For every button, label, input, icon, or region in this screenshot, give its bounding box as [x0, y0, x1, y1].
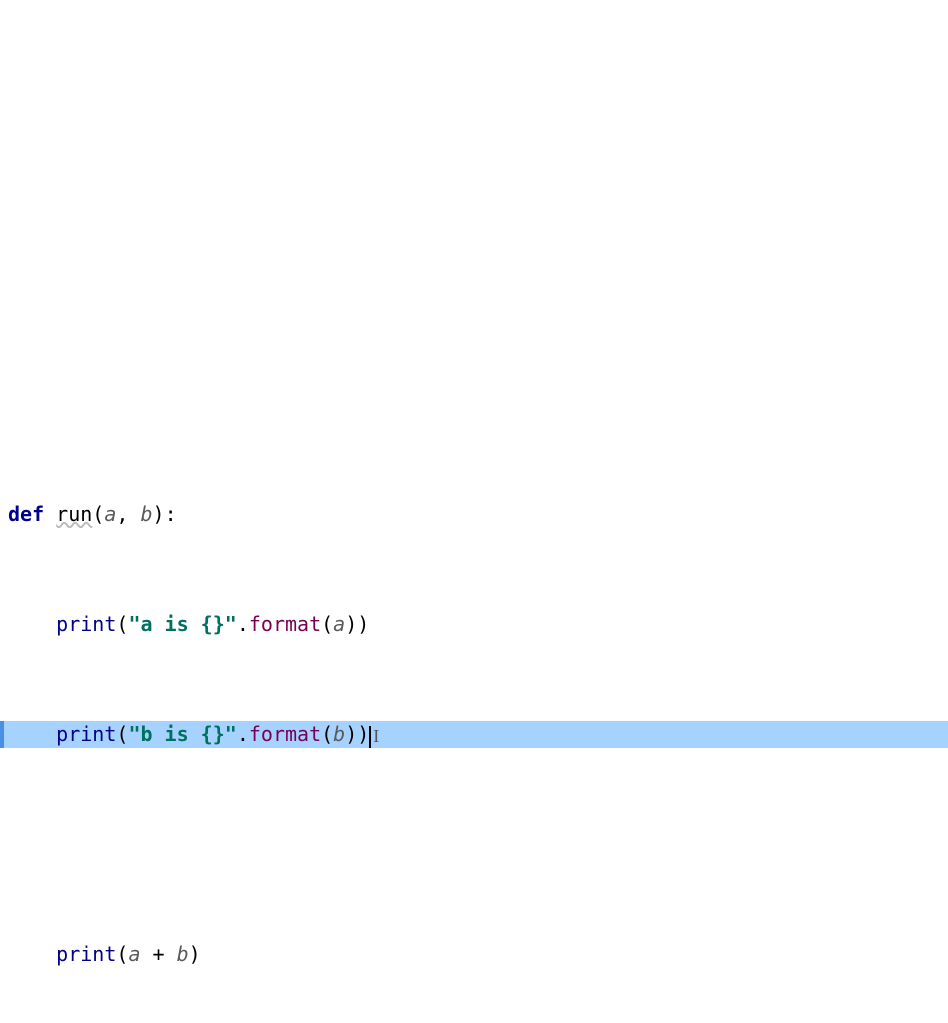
code-line-3-selected[interactable]: print("b is {}".format(b))I: [0, 721, 948, 749]
paren-open: (: [116, 612, 128, 636]
paren-close: ): [345, 612, 357, 636]
paren-open: (: [321, 722, 333, 746]
dot: .: [237, 722, 249, 746]
method-format: format: [249, 722, 321, 746]
arg-b: b: [333, 722, 345, 746]
code-line-1[interactable]: def run(a, b):: [0, 501, 948, 529]
function-name: run: [56, 502, 92, 526]
param-b: b: [140, 502, 152, 526]
param-a: a: [104, 502, 116, 526]
var-a: a: [128, 942, 140, 966]
string-literal: "b is {}": [128, 722, 236, 746]
space: [44, 502, 56, 526]
code-line-2[interactable]: print("a is {}".format(a)): [0, 611, 948, 639]
paren-close: ): [357, 722, 369, 746]
paren-close: ): [153, 502, 165, 526]
builtin-print: print: [56, 612, 116, 636]
paren-open: (: [116, 942, 128, 966]
text-caret: [369, 726, 371, 748]
paren-open: (: [321, 612, 333, 636]
paren-close: ): [357, 612, 369, 636]
builtin-print: print: [56, 942, 116, 966]
text-cursor-icon: I: [373, 723, 379, 751]
indent: [8, 612, 56, 636]
comma: ,: [116, 502, 140, 526]
indent: [8, 722, 56, 746]
operator-plus: +: [140, 942, 176, 966]
var-b: b: [177, 942, 189, 966]
string-literal: "a is {}": [128, 612, 236, 636]
code-line-5[interactable]: print(a + b): [0, 941, 948, 969]
arg-a: a: [333, 612, 345, 636]
keyword-def: def: [8, 502, 44, 526]
indent: [8, 942, 56, 966]
selection-gutter-stripe: [0, 721, 4, 749]
method-format: format: [249, 612, 321, 636]
code-line-4-blank[interactable]: [0, 831, 948, 859]
colon: :: [165, 502, 177, 526]
code-editor[interactable]: def run(a, b): print("a is {}".format(a)…: [0, 418, 948, 1023]
builtin-print: print: [56, 722, 116, 746]
paren-open: (: [92, 502, 104, 526]
dot: .: [237, 612, 249, 636]
paren-close: ): [345, 722, 357, 746]
paren-open: (: [116, 722, 128, 746]
paren-close: ): [189, 942, 201, 966]
